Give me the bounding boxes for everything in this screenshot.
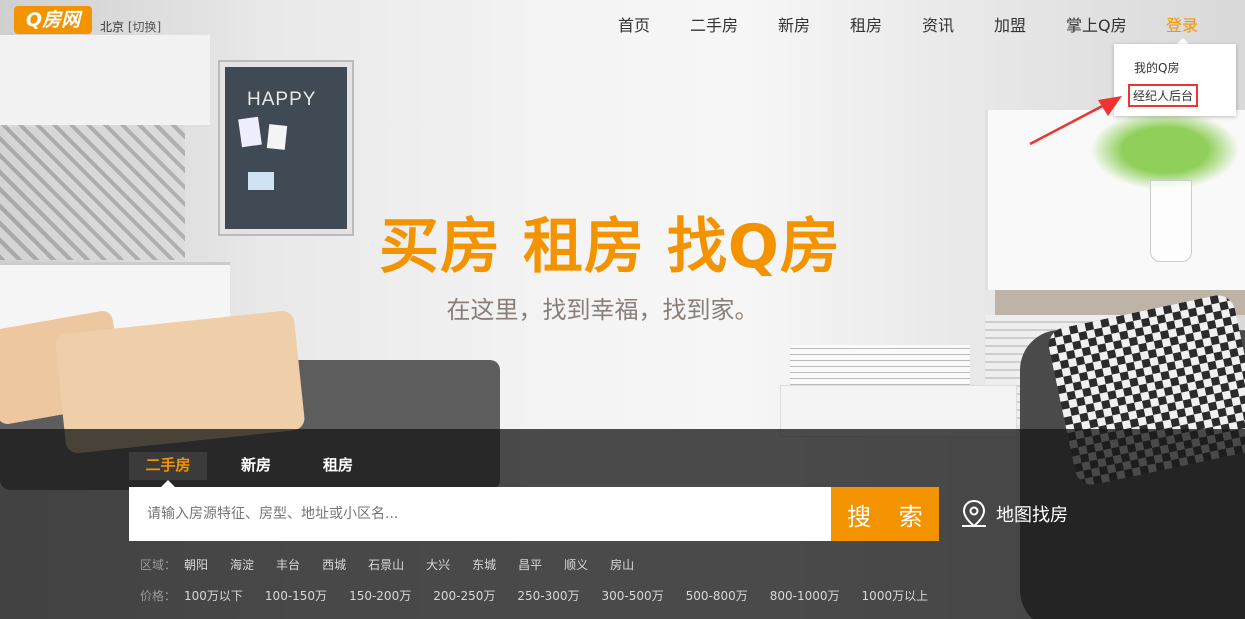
area-option[interactable]: 顺义 [564,558,588,572]
price-option[interactable]: 800-1000万 [770,589,840,603]
area-option[interactable]: 东城 [472,558,496,572]
tab-new-homes[interactable]: 新房 [241,452,271,480]
area-filter-label: 区域： [140,558,177,572]
red-arrow-icon [1029,96,1122,146]
note-paper [266,124,288,150]
map-search-link[interactable]: 地图找房 [958,498,1068,530]
dropdown-agent-backend[interactable]: 经纪人后台 [1128,84,1199,107]
note-paper [248,172,274,190]
price-option[interactable]: 1000万以上 [862,589,929,603]
area-option[interactable]: 石景山 [368,558,404,572]
nav-second-hand[interactable]: 二手房 [690,12,738,36]
nav-mobile[interactable]: 掌上Q房 [1066,12,1127,36]
nav-home[interactable]: 首页 [618,12,650,36]
search-button[interactable]: 搜 索 [831,487,939,541]
price-option[interactable]: 100万以下 [184,589,243,603]
area-option[interactable]: 西城 [322,558,346,572]
price-option[interactable]: 200-250万 [433,589,495,603]
tab-rent[interactable]: 租房 [323,452,353,480]
area-filter: 区域： 朝阳 海淀 丰台 西城 石景山 大兴 东城 昌平 顺义 房山 [140,556,656,573]
map-search-label: 地图找房 [996,505,1068,526]
nav-news[interactable]: 资讯 [922,12,954,36]
area-option[interactable]: 海淀 [230,558,254,572]
login-button[interactable]: 登录 [1166,12,1198,36]
site-logo[interactable]: Q房网 [14,6,92,34]
hero-slogan: 买房 租房 找Q房 [379,212,841,282]
search-input[interactable] [129,487,831,541]
price-option[interactable]: 500-800万 [686,589,748,603]
kitchen-cabinet [0,35,210,127]
dropdown-my-qfang[interactable]: 我的Q房 [1134,59,1179,76]
area-option[interactable]: 丰台 [276,558,300,572]
book-stack [790,345,970,390]
area-option[interactable]: 朝阳 [184,558,208,572]
price-option[interactable]: 100-150万 [265,589,327,603]
city-switch-link[interactable]: [切换] [128,20,161,34]
login-dropdown: 我的Q房 经纪人后台 [1114,44,1236,116]
hero-subtitle: 在这里，找到幸福，找到家。 [446,296,759,324]
area-option[interactable]: 昌平 [518,558,542,572]
nav-new-homes[interactable]: 新房 [778,12,810,36]
chalkboard-text: HAPPY [247,89,317,110]
area-option[interactable]: 大兴 [426,558,450,572]
city-selector[interactable]: 北京 [切换] [100,18,161,35]
note-paper [238,116,262,148]
price-filter: 价格： 100万以下 100-150万 150-200万 200-250万 250-300… [140,587,950,604]
price-filter-label: 价格： [140,589,177,603]
price-option[interactable]: 300-500万 [601,589,663,603]
nav-franchise[interactable]: 加盟 [994,12,1026,36]
area-option[interactable]: 房山 [610,558,634,572]
price-option[interactable]: 150-200万 [349,589,411,603]
price-option[interactable]: 250-300万 [517,589,579,603]
tab-second-hand[interactable]: 二手房 [129,452,207,480]
nav-rent[interactable]: 租房 [850,12,882,36]
map-pin-icon [962,499,986,528]
city-name: 北京 [100,20,125,34]
active-tab-caret [161,480,175,487]
